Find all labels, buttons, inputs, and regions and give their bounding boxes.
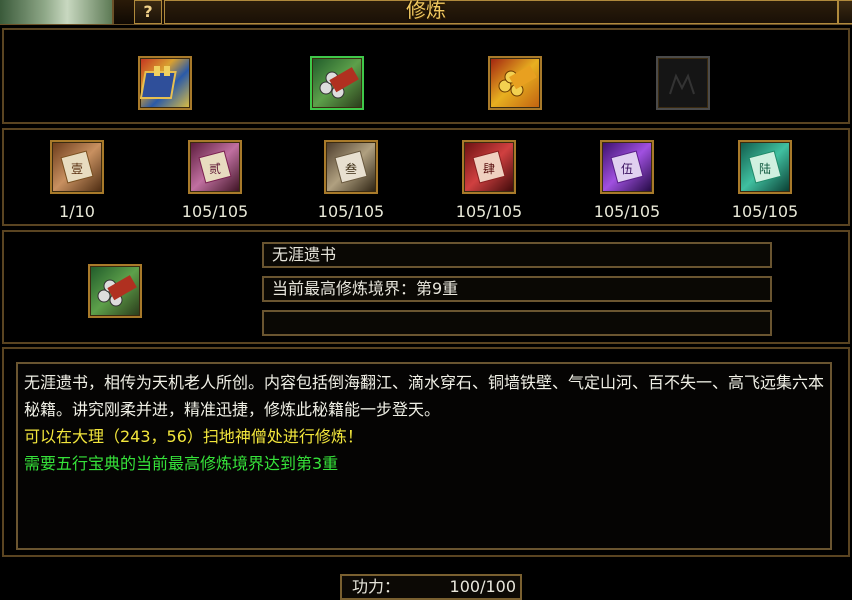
scroll-icon[interactable]: 陆: [738, 140, 792, 194]
book-name-field: 无涯遗书: [262, 242, 772, 268]
empty-slot-icon[interactable]: [656, 56, 710, 110]
svg-text:壹: 壹: [71, 162, 83, 176]
scroll-bundle-icon[interactable]: [310, 56, 364, 110]
svg-text:叁: 叁: [345, 161, 357, 176]
scroll-bundle-icon: [88, 264, 142, 318]
gongli-bar: 功力： 100/100: [340, 574, 522, 600]
book-progress: 1/10: [59, 202, 95, 221]
book-progress: 105/105: [593, 202, 661, 221]
svg-text:贰: 贰: [209, 161, 221, 176]
book-progress: 105/105: [181, 202, 249, 221]
description-text: 无涯遗书，相传为天机老人所创。内容包括倒海翻江、滴水穿石、铜墙铁壁、气定山河、百…: [24, 373, 825, 419]
location-hint: 可以在大理（243，56）扫地神僧处进行修炼！: [24, 427, 363, 446]
gongli-value: 100/100: [449, 577, 516, 596]
book-progress: 105/105: [455, 202, 523, 221]
extra-info-field: [262, 310, 772, 336]
close-button[interactable]: [838, 0, 852, 24]
requirement-text: 需要五行宝典的当前最高修炼境界达到第3重: [24, 454, 339, 473]
svg-text:伍: 伍: [621, 162, 633, 176]
scroll-icon[interactable]: 贰: [188, 140, 242, 194]
book-progress: 105/105: [317, 202, 385, 221]
book-progress: 105/105: [731, 202, 799, 221]
selected-book-detail: 无涯遗书 当前最高修炼境界：第9重: [2, 230, 850, 344]
scroll-icon[interactable]: 伍: [600, 140, 654, 194]
scroll-icon[interactable]: 叁: [324, 140, 378, 194]
scroll-icon[interactable]: 肆: [462, 140, 516, 194]
item-selection-panel: [2, 28, 850, 124]
cultivation-book-row: 壹 1/10 贰 105/105 叁 105/105 肆 105/105 伍 1…: [2, 128, 850, 226]
svg-text:肆: 肆: [483, 162, 495, 176]
gongli-label: 功力：: [352, 577, 401, 596]
description-box: 无涯遗书，相传为天机老人所创。内容包括倒海翻江、滴水穿石、铜墙铁壁、气定山河、百…: [16, 362, 832, 550]
svg-text:陆: 陆: [759, 161, 771, 176]
window-title: 修炼: [406, 0, 446, 22]
golden-scroll-bundle-icon[interactable]: [488, 56, 542, 110]
scroll-icon[interactable]: 壹: [50, 140, 104, 194]
realm-field: 当前最高修炼境界：第9重: [262, 276, 772, 302]
book-icon[interactable]: [138, 56, 192, 110]
